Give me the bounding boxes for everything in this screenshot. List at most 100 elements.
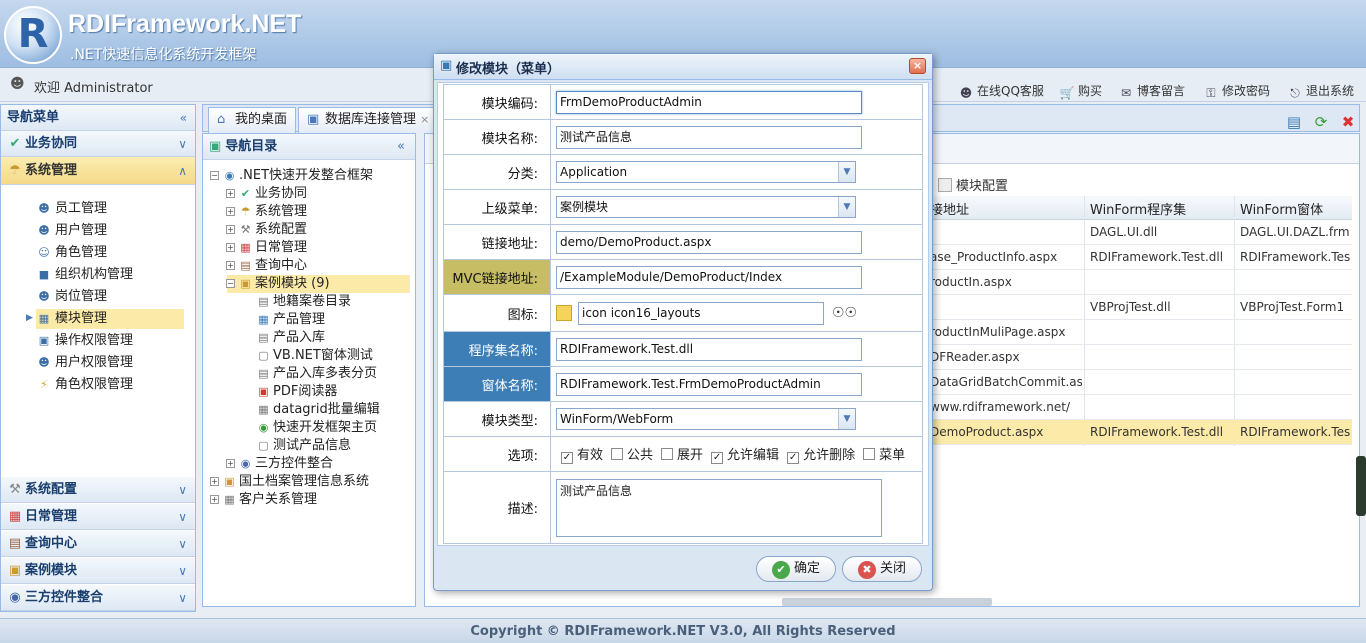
option-menu[interactable]: 菜单 — [863, 444, 905, 463]
label-code: 模块编码: — [443, 84, 551, 120]
category-select[interactable]: Application ▼ — [556, 161, 856, 183]
description-textarea[interactable]: 测试产品信息 — [556, 478, 882, 537]
side-scroll-handle[interactable] — [1356, 456, 1366, 516]
refresh-icon[interactable]: ⟳ — [1312, 113, 1330, 131]
expand-icon[interactable]: + — [210, 477, 219, 486]
checkbox-checked[interactable]: ✓ — [787, 452, 800, 464]
tree-leaf[interactable]: ▢ VB.NET窗体测试 — [256, 347, 373, 365]
change-password-link[interactable]: ⚿ 修改密码 — [1203, 82, 1270, 100]
assembly-input[interactable]: RDIFramework.Test.dll — [556, 337, 862, 361]
tree-leaf[interactable]: ▢ 测试产品信息 — [256, 437, 351, 455]
logout-link[interactable]: ⎋ 退出系统 — [1287, 82, 1354, 100]
export-icon[interactable]: ▤ — [1285, 113, 1303, 131]
nav-section-config[interactable]: ⚒ 系统配置 ∨ — [1, 477, 195, 503]
checkbox-checked[interactable]: ✓ — [561, 452, 573, 464]
nav-item-roles[interactable]: ☺ 角色管理 — [36, 243, 107, 263]
close-button[interactable]: ✖ 关闭 — [842, 556, 922, 582]
tab-desktop[interactable]: ⌂ 我的桌面 — [208, 107, 297, 133]
nav-menu-header[interactable]: 导航菜单 « — [1, 105, 195, 131]
module-name-input[interactable]: 测试产品信息 — [556, 125, 862, 149]
dialog-close-button[interactable]: × — [909, 58, 926, 74]
tree-root-framework[interactable]: − ◉ .NET快速开发整合框架 — [210, 167, 373, 185]
nav-item-organization[interactable]: ■ 组织机构管理 — [36, 265, 133, 285]
icon-input[interactable]: icon icon16_layouts — [578, 301, 824, 325]
tree-leaf[interactable]: ▣ PDF阅读器 — [256, 383, 337, 401]
option-allow-edit[interactable]: ✓ 允许编辑 — [711, 444, 779, 464]
grid-icon: ▦ — [38, 312, 50, 325]
tree-leaf[interactable]: ▦ 产品管理 — [256, 311, 325, 329]
checkbox-checked[interactable]: ✓ — [711, 452, 724, 464]
nav-section-daily[interactable]: ▦ 日常管理 ∨ — [1, 504, 195, 530]
collapse-icon[interactable]: − — [210, 171, 219, 180]
tree-leaf[interactable]: ▤ 产品入库多表分页 — [256, 365, 377, 383]
option-allow-delete[interactable]: ✓ 允许删除 — [787, 444, 855, 464]
expand-icon[interactable]: + — [210, 495, 219, 504]
tree-node[interactable]: + ☂ 系统管理 — [226, 203, 307, 221]
nav-section-thirdparty[interactable]: ◉ 三方控件整合 ∨ — [1, 585, 195, 611]
option-enabled[interactable]: ✓ 有效 — [561, 444, 603, 464]
option-public[interactable]: 公共 — [611, 444, 653, 463]
nav-item-role-permissions[interactable]: ⚡ 角色权限管理 — [36, 375, 133, 395]
expand-icon[interactable]: + — [226, 225, 235, 234]
tree-node[interactable]: + ◉ 三方控件整合 — [226, 455, 333, 473]
form-name-input[interactable]: RDIFramework.Test.FrmDemoProductAdmin — [556, 372, 862, 396]
expand-icon[interactable]: + — [226, 207, 235, 216]
book-icon: ▤ — [8, 536, 22, 551]
tree-root[interactable]: + ▦ 客户关系管理 — [210, 491, 317, 509]
chevron-down-icon[interactable]: ▼ — [838, 162, 855, 182]
expand-icon[interactable]: + — [226, 243, 235, 252]
expand-icon[interactable]: + — [226, 459, 235, 468]
tree-leaf[interactable]: ▤ 产品入库 — [256, 329, 325, 347]
tree-leaf[interactable]: ▦ datagrid批量编辑 — [256, 401, 379, 419]
nav-item-modules[interactable]: ▦ 模块管理 — [36, 309, 107, 329]
tree-node-cases[interactable]: − ▣ 案例模块 (9) — [226, 275, 330, 293]
tree-node[interactable]: + ▦ 日常管理 — [226, 239, 307, 257]
close-all-icon[interactable]: ✖ — [1339, 113, 1357, 131]
tree-node[interactable]: + ✔ 业务协同 — [226, 185, 307, 203]
checkbox-unchecked[interactable] — [661, 448, 674, 460]
tab-close-icon[interactable]: × — [420, 113, 429, 126]
expand-icon[interactable]: + — [226, 261, 235, 270]
blog-link[interactable]: ✉ 博客留言 — [1118, 82, 1185, 100]
buy-link[interactable]: 🛒 购买 — [1059, 82, 1103, 100]
option-expand[interactable]: 展开 — [661, 444, 703, 463]
nav-section-system[interactable]: ☂ 系统管理 ∧ — [1, 157, 195, 185]
tree-root[interactable]: + ▣ 国土档案管理信息系统 — [210, 473, 369, 491]
nav-section-business[interactable]: ✔ 业务协同 ∨ — [1, 131, 195, 157]
nav-section-cases[interactable]: ▣ 案例模块 ∨ — [1, 558, 195, 584]
nav-section-query[interactable]: ▤ 查询中心 ∨ — [1, 531, 195, 557]
tree-node[interactable]: + ▤ 查询中心 — [226, 257, 307, 275]
checkbox-unchecked[interactable] — [863, 448, 876, 460]
binoculars-icon[interactable]: ☉☉ — [832, 305, 857, 321]
nav-item-employees[interactable]: ☻ 员工管理 — [36, 199, 107, 219]
ok-button[interactable]: ✔ 确定 — [756, 556, 836, 582]
column-header-form[interactable]: WinForm窗体 — [1240, 199, 1323, 218]
chevron-down-icon[interactable]: ▼ — [838, 197, 855, 217]
module-code-input[interactable]: FrmDemoProductAdmin — [556, 90, 862, 114]
checkbox-unchecked[interactable] — [611, 448, 624, 460]
expand-icon[interactable]: + — [226, 189, 235, 198]
nav-item-users[interactable]: ☻ 用户管理 — [36, 221, 107, 241]
chevron-down-icon[interactable]: ▼ — [838, 409, 855, 429]
module-type-select[interactable]: WinForm/WebForm ▼ — [556, 408, 856, 430]
mvc-url-input[interactable]: /ExampleModule/DemoProduct/Index — [556, 265, 862, 289]
wrench-icon: ⚒ — [240, 223, 251, 236]
collapse-left-icon[interactable]: « — [180, 105, 187, 131]
nav-item-operation-permissions[interactable]: ▣ 操作权限管理 — [36, 331, 133, 351]
parent-menu-select[interactable]: 案例模块 ▼ — [556, 196, 856, 218]
tab-db-connection[interactable]: ▣ 数据库连接管理 × — [298, 107, 439, 133]
wrench-icon: ⚒ — [9, 482, 21, 497]
horizontal-scrollbar[interactable] — [782, 598, 992, 606]
nav-item-user-permissions[interactable]: ☻ 用户权限管理 — [36, 353, 133, 373]
module-config-button[interactable]: 模块配置 — [938, 175, 1008, 194]
url-input[interactable]: demo/DemoProduct.aspx — [556, 230, 862, 254]
tree-leaf[interactable]: ◉ 快速开发框架主页 — [256, 419, 377, 437]
tree-leaf[interactable]: ▤ 地籍案卷目录 — [256, 293, 351, 311]
column-header-assembly[interactable]: WinForm程序集 — [1090, 199, 1186, 218]
collapse-icon[interactable]: − — [226, 279, 235, 288]
nav-item-positions[interactable]: ☻ 岗位管理 — [36, 287, 107, 307]
tree-node[interactable]: + ⚒ 系统配置 — [226, 221, 307, 239]
column-header-url[interactable]: 接地址 — [930, 199, 969, 218]
collapse-tree-icon[interactable]: « — [397, 134, 405, 160]
qq-service-link[interactable]: ☻ 在线QQ客服 — [958, 82, 1044, 100]
